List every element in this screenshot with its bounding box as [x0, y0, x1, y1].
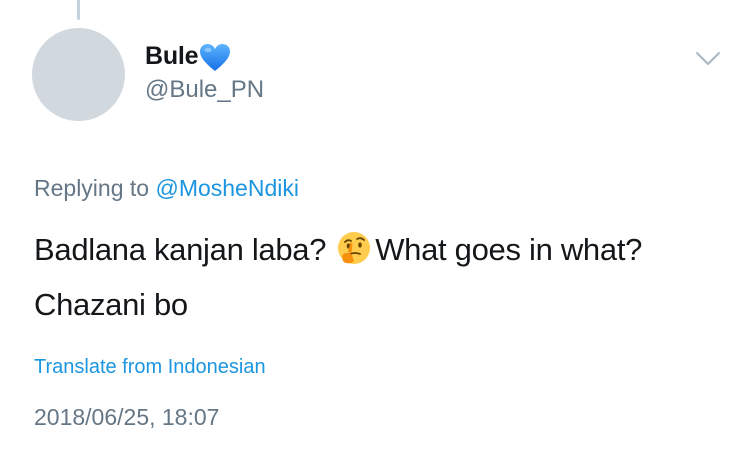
translate-link[interactable]: Translate from Indonesian [34, 356, 266, 379]
blue-heart-icon [199, 43, 231, 73]
replying-to-label: Replying to [34, 175, 150, 201]
replying-to: Replying to @MosheNdiki [34, 175, 299, 202]
timestamp[interactable]: 2018/06/25, 18:07 [34, 404, 219, 431]
avatar[interactable] [32, 28, 125, 121]
thread-connector-line [77, 0, 80, 20]
tweet-text-part-1: Badlana kanjan laba? [34, 232, 327, 267]
author-name-row[interactable]: Bule [145, 40, 231, 72]
user-handle[interactable]: @Bule_PN [145, 76, 264, 104]
replying-to-mention-link[interactable]: @MosheNdiki [155, 175, 299, 201]
display-name[interactable]: Bule [145, 42, 199, 71]
tweet-text: Badlana kanjan laba? What goes in what? … [34, 222, 724, 332]
thinking-face-icon [336, 228, 372, 264]
chevron-down-icon[interactable] [695, 50, 721, 68]
tweet-detail: Bule @Bule_PN Replying to @MosheNdiki Ba… [0, 0, 747, 458]
